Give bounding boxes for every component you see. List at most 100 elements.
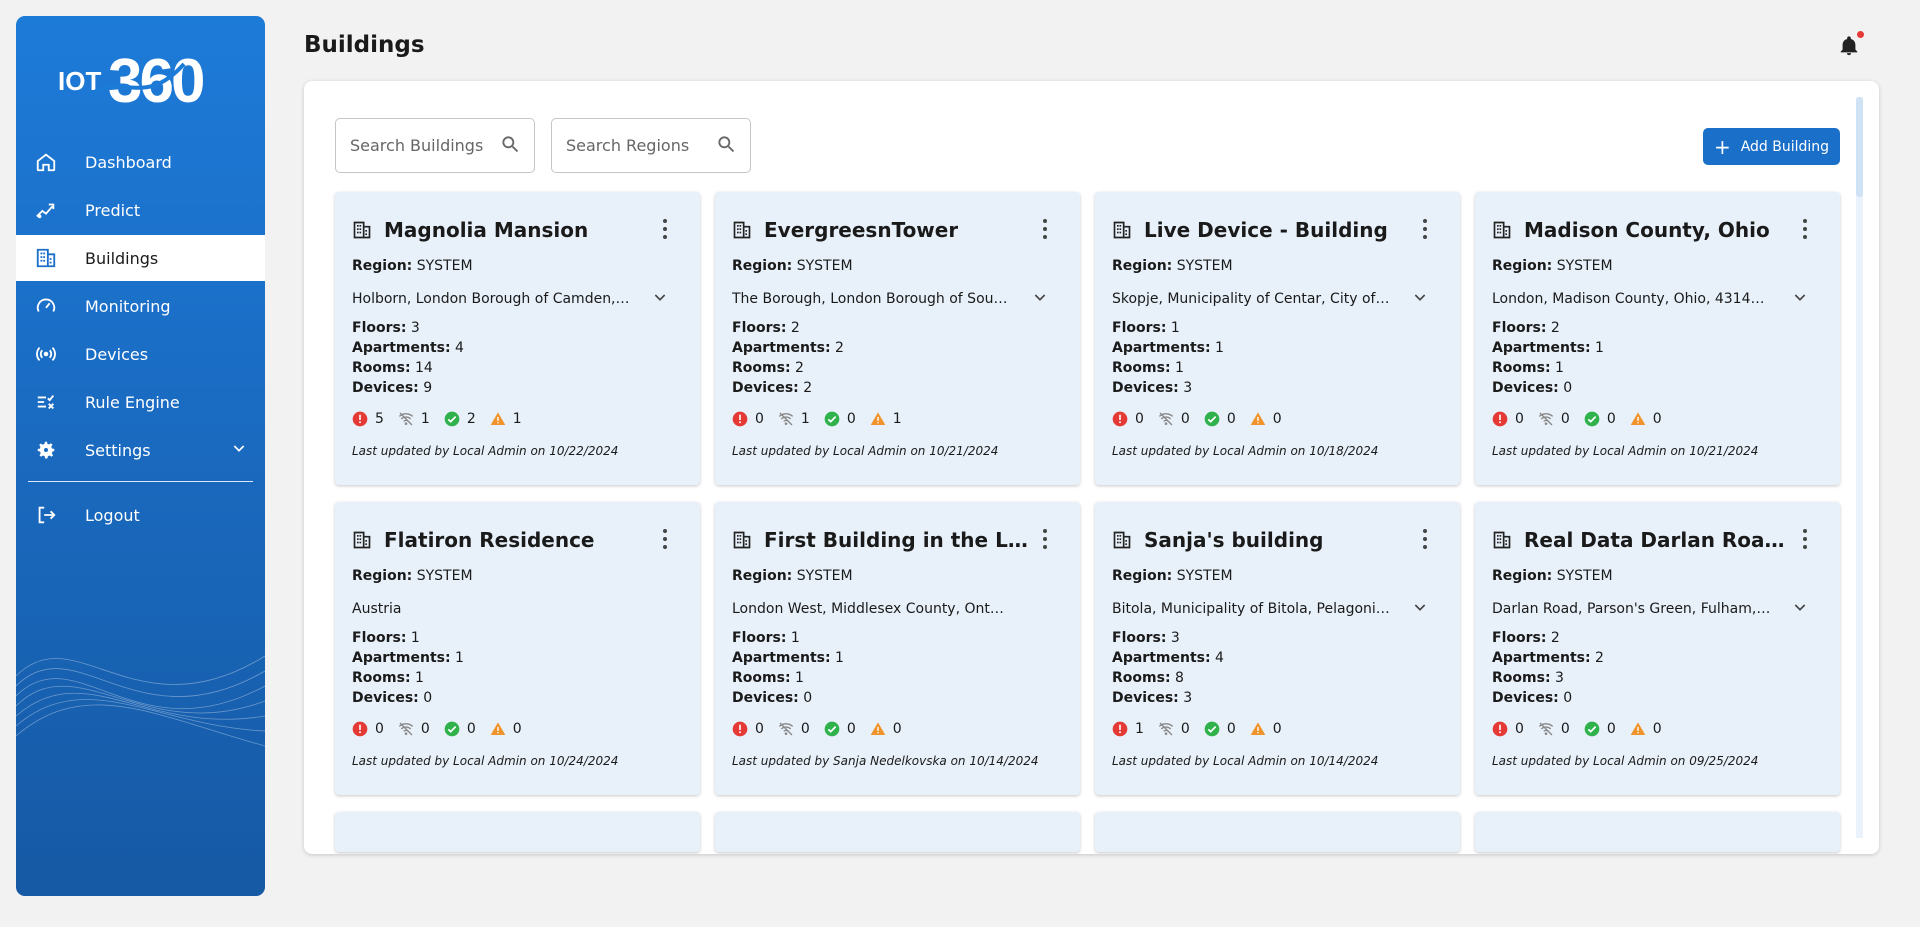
warnings-count: 0 [1652, 411, 1662, 427]
sidebar-item-predict[interactable]: Predict [16, 187, 265, 233]
search-icon[interactable] [500, 134, 520, 158]
alerts-count: 0 [1515, 721, 1524, 737]
search-icon[interactable] [716, 134, 736, 158]
offline-status: 0 [1538, 721, 1570, 737]
apartments-value: 1 [1595, 340, 1604, 356]
apartments-label: Apartments: [352, 340, 451, 356]
offline-count: 0 [1560, 721, 1570, 737]
chevron-down-icon[interactable] [1412, 289, 1428, 309]
warning-icon [1250, 722, 1266, 735]
floors-value: 1 [410, 630, 420, 646]
decorative-waves [16, 655, 265, 747]
search-buildings-input[interactable]: Search Buildings [335, 118, 535, 173]
chevron-down-icon[interactable] [231, 440, 247, 460]
sidebar-item-dashboard[interactable]: Dashboard [16, 139, 265, 185]
apartments-value: 2 [835, 340, 844, 356]
more-options-icon[interactable] [1802, 219, 1808, 239]
building-name: Madison County, Ohio [1524, 218, 1770, 242]
more-options-icon[interactable] [1042, 219, 1048, 239]
alerts-count: 0 [1135, 411, 1144, 427]
sidebar-item-logout[interactable]: Logout [16, 492, 265, 538]
more-options-icon[interactable] [662, 219, 668, 239]
chevron-down-icon[interactable] [652, 289, 668, 309]
address-text: Darlan Road, Parson's Green, Fulham, Lon… [1492, 601, 1772, 617]
devices-value: 0 [1563, 690, 1573, 706]
building-card[interactable] [1475, 812, 1840, 852]
region-label: Region: [1492, 258, 1553, 274]
last-updated: Last updated by Local Admin on 10/18/202… [1112, 444, 1379, 458]
building-region: Region: SYSTEM [732, 568, 1063, 590]
devices-value: 3 [1183, 690, 1193, 706]
gauge-icon [33, 293, 59, 319]
building-card[interactable]: Madison County, Ohio Region: SYSTEM Lond… [1475, 192, 1840, 485]
building-card[interactable] [715, 812, 1080, 852]
more-options-icon[interactable] [662, 529, 668, 549]
building-card[interactable]: First Building in the List Region: SYSTE… [715, 502, 1080, 795]
sidebar-item-monitoring[interactable]: Monitoring [16, 283, 265, 329]
search-regions-input[interactable]: Search Regions [551, 118, 751, 173]
floors-row: Floors: 1 [732, 628, 1063, 648]
chevron-down-icon[interactable] [1792, 599, 1808, 619]
chevron-down-icon[interactable] [1792, 289, 1808, 309]
building-card[interactable]: Real Data Darlan Road, Parson's Green Re… [1475, 502, 1840, 795]
status-summary: 0 0 0 0 [1492, 718, 1823, 740]
rooms-label: Rooms: [1112, 360, 1171, 376]
devices-value: 0 [803, 690, 813, 706]
offline-count: 1 [800, 411, 810, 427]
alert-icon [352, 411, 368, 427]
logout-icon [33, 502, 59, 528]
alert-icon [732, 721, 748, 737]
buildings-panel: Search Buildings Search Regions + Add Bu… [304, 81, 1879, 854]
building-icon [1112, 530, 1132, 550]
building-card[interactable]: Flatiron Residence Region: SYSTEM Austri… [335, 502, 700, 795]
ok-status: 0 [1584, 411, 1616, 427]
building-address: Bitola, Municipality of Bitola, Pelagoni… [1112, 598, 1443, 620]
warnings-status: 0 [1250, 721, 1282, 737]
offline-count: 0 [420, 721, 430, 737]
building-card[interactable] [1095, 812, 1460, 852]
floors-row: Floors: 3 [1112, 628, 1443, 648]
building-card[interactable]: Sanja's building Region: SYSTEM Bitola, … [1095, 502, 1460, 795]
notifications-button[interactable] [1838, 31, 1864, 60]
scroll-thumb[interactable] [1856, 97, 1863, 197]
devices-label: Devices: [732, 690, 799, 706]
rooms-value: 14 [415, 360, 433, 376]
rooms-row: Rooms: 1 [352, 668, 683, 688]
sidebar-item-rule-engine[interactable]: Rule Engine [16, 379, 265, 425]
building-card[interactable]: EvergreesnTower Region: SYSTEM The Borou… [715, 192, 1080, 485]
building-card[interactable]: Live Device - Building Region: SYSTEM Sk… [1095, 192, 1460, 485]
rooms-label: Rooms: [732, 360, 791, 376]
warnings-status: 1 [490, 411, 522, 427]
wifi-off-icon [398, 412, 414, 426]
floors-value: 3 [410, 320, 420, 336]
building-stats: Floors: 3 Apartments: 4 Rooms: 8 Devices… [1112, 628, 1443, 708]
more-options-icon[interactable] [1422, 219, 1428, 239]
apartments-value: 2 [1595, 650, 1604, 666]
sidebar-item-buildings[interactable]: Buildings [16, 235, 265, 281]
building-stats: Floors: 3 Apartments: 4 Rooms: 14 Device… [352, 318, 683, 398]
more-options-icon[interactable] [1802, 529, 1808, 549]
chevron-down-icon[interactable] [1412, 599, 1428, 619]
building-card[interactable]: Magnolia Mansion Region: SYSTEM Holborn,… [335, 192, 700, 485]
sidebar-item-settings[interactable]: Settings [16, 427, 265, 473]
add-building-button[interactable]: + Add Building [1703, 128, 1840, 165]
floors-row: Floors: 1 [1112, 318, 1443, 338]
building-name: Magnolia Mansion [384, 218, 589, 242]
ok-count: 0 [1226, 411, 1236, 427]
chevron-down-icon[interactable] [1032, 289, 1048, 309]
ok-count: 0 [846, 411, 856, 427]
warning-icon [1630, 722, 1646, 735]
search-regions-placeholder: Search Regions [566, 136, 690, 155]
sidebar-item-devices[interactable]: Devices [16, 331, 265, 377]
more-options-icon[interactable] [1042, 529, 1048, 549]
app-logo[interactable]: IOT 360 [16, 38, 265, 118]
trend-icon [33, 197, 59, 223]
scrollbar[interactable] [1856, 97, 1863, 838]
building-region: Region: SYSTEM [1492, 568, 1823, 590]
wifi-off-icon [778, 722, 794, 736]
building-stats: Floors: 1 Apartments: 1 Rooms: 1 Devices… [1112, 318, 1443, 398]
alerts-status: 0 [352, 721, 384, 737]
more-options-icon[interactable] [1422, 529, 1428, 549]
warnings-count: 1 [892, 411, 902, 427]
building-card[interactable] [335, 812, 700, 852]
